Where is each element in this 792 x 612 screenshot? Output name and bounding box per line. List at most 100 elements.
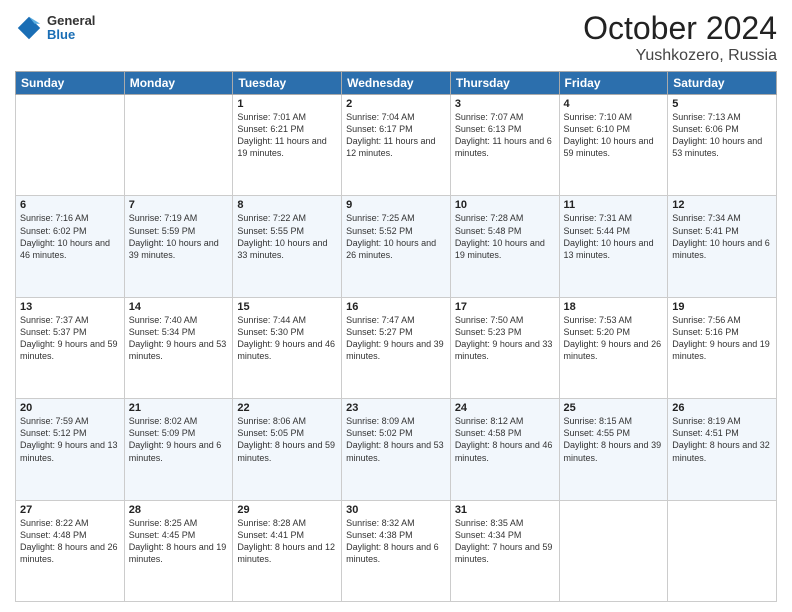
header-wednesday: Wednesday xyxy=(342,72,451,95)
cell-info-4-1: Sunrise: 8:25 AM Sunset: 4:45 PM Dayligh… xyxy=(129,517,229,566)
cell-0-6: 5Sunrise: 7:13 AM Sunset: 6:06 PM Daylig… xyxy=(668,95,777,196)
day-num-3-4: 24 xyxy=(455,402,555,414)
logo-blue-text: Blue xyxy=(47,28,95,42)
cell-info-0-2: Sunrise: 7:01 AM Sunset: 6:21 PM Dayligh… xyxy=(237,111,337,160)
location-title: Yushkozero, Russia xyxy=(583,47,777,65)
cell-3-0: 20Sunrise: 7:59 AM Sunset: 5:12 PM Dayli… xyxy=(16,399,125,500)
cell-info-2-1: Sunrise: 7:40 AM Sunset: 5:34 PM Dayligh… xyxy=(129,314,229,363)
day-num-1-6: 12 xyxy=(672,199,772,211)
cell-0-4: 3Sunrise: 7:07 AM Sunset: 6:13 PM Daylig… xyxy=(450,95,559,196)
cell-0-0 xyxy=(16,95,125,196)
cell-info-1-1: Sunrise: 7:19 AM Sunset: 5:59 PM Dayligh… xyxy=(129,212,229,261)
cell-1-0: 6Sunrise: 7:16 AM Sunset: 6:02 PM Daylig… xyxy=(16,196,125,297)
cell-info-1-5: Sunrise: 7:31 AM Sunset: 5:44 PM Dayligh… xyxy=(564,212,664,261)
cell-2-0: 13Sunrise: 7:37 AM Sunset: 5:37 PM Dayli… xyxy=(16,297,125,398)
day-num-2-2: 15 xyxy=(237,301,337,313)
day-num-0-2: 1 xyxy=(237,98,337,110)
page: General Blue October 2024 Yushkozero, Ru… xyxy=(0,0,792,612)
cell-1-4: 10Sunrise: 7:28 AM Sunset: 5:48 PM Dayli… xyxy=(450,196,559,297)
cell-info-2-6: Sunrise: 7:56 AM Sunset: 5:16 PM Dayligh… xyxy=(672,314,772,363)
cell-info-2-2: Sunrise: 7:44 AM Sunset: 5:30 PM Dayligh… xyxy=(237,314,337,363)
day-num-3-5: 25 xyxy=(564,402,664,414)
cell-0-3: 2Sunrise: 7:04 AM Sunset: 6:17 PM Daylig… xyxy=(342,95,451,196)
cell-info-4-4: Sunrise: 8:35 AM Sunset: 4:34 PM Dayligh… xyxy=(455,517,555,566)
day-num-1-2: 8 xyxy=(237,199,337,211)
cell-info-1-3: Sunrise: 7:25 AM Sunset: 5:52 PM Dayligh… xyxy=(346,212,446,261)
cell-info-1-0: Sunrise: 7:16 AM Sunset: 6:02 PM Dayligh… xyxy=(20,212,120,261)
day-num-0-6: 5 xyxy=(672,98,772,110)
week-row-4: 27Sunrise: 8:22 AM Sunset: 4:48 PM Dayli… xyxy=(16,500,777,601)
header-tuesday: Tuesday xyxy=(233,72,342,95)
weekday-header-row: Sunday Monday Tuesday Wednesday Thursday… xyxy=(16,72,777,95)
cell-3-5: 25Sunrise: 8:15 AM Sunset: 4:55 PM Dayli… xyxy=(559,399,668,500)
day-num-0-3: 2 xyxy=(346,98,446,110)
cell-info-2-3: Sunrise: 7:47 AM Sunset: 5:27 PM Dayligh… xyxy=(346,314,446,363)
day-num-2-0: 13 xyxy=(20,301,120,313)
cell-2-1: 14Sunrise: 7:40 AM Sunset: 5:34 PM Dayli… xyxy=(124,297,233,398)
cell-4-0: 27Sunrise: 8:22 AM Sunset: 4:48 PM Dayli… xyxy=(16,500,125,601)
week-row-2: 13Sunrise: 7:37 AM Sunset: 5:37 PM Dayli… xyxy=(16,297,777,398)
logo-icon xyxy=(15,14,43,42)
header-monday: Monday xyxy=(124,72,233,95)
day-num-0-5: 4 xyxy=(564,98,664,110)
cell-2-5: 18Sunrise: 7:53 AM Sunset: 5:20 PM Dayli… xyxy=(559,297,668,398)
cell-1-3: 9Sunrise: 7:25 AM Sunset: 5:52 PM Daylig… xyxy=(342,196,451,297)
cell-info-3-3: Sunrise: 8:09 AM Sunset: 5:02 PM Dayligh… xyxy=(346,415,446,464)
cell-3-3: 23Sunrise: 8:09 AM Sunset: 5:02 PM Dayli… xyxy=(342,399,451,500)
day-num-3-3: 23 xyxy=(346,402,446,414)
cell-info-0-6: Sunrise: 7:13 AM Sunset: 6:06 PM Dayligh… xyxy=(672,111,772,160)
day-num-2-5: 18 xyxy=(564,301,664,313)
cell-info-0-4: Sunrise: 7:07 AM Sunset: 6:13 PM Dayligh… xyxy=(455,111,555,160)
day-num-2-1: 14 xyxy=(129,301,229,313)
day-num-2-3: 16 xyxy=(346,301,446,313)
header-saturday: Saturday xyxy=(668,72,777,95)
cell-2-2: 15Sunrise: 7:44 AM Sunset: 5:30 PM Dayli… xyxy=(233,297,342,398)
calendar-table: Sunday Monday Tuesday Wednesday Thursday… xyxy=(15,71,777,602)
day-num-4-2: 29 xyxy=(237,504,337,516)
day-num-1-1: 7 xyxy=(129,199,229,211)
cell-3-1: 21Sunrise: 8:02 AM Sunset: 5:09 PM Dayli… xyxy=(124,399,233,500)
cell-info-3-2: Sunrise: 8:06 AM Sunset: 5:05 PM Dayligh… xyxy=(237,415,337,464)
cell-info-0-3: Sunrise: 7:04 AM Sunset: 6:17 PM Dayligh… xyxy=(346,111,446,160)
day-num-4-4: 31 xyxy=(455,504,555,516)
month-title: October 2024 xyxy=(583,10,777,47)
day-num-1-4: 10 xyxy=(455,199,555,211)
day-num-3-1: 21 xyxy=(129,402,229,414)
day-num-3-6: 26 xyxy=(672,402,772,414)
cell-info-3-6: Sunrise: 8:19 AM Sunset: 4:51 PM Dayligh… xyxy=(672,415,772,464)
cell-info-2-0: Sunrise: 7:37 AM Sunset: 5:37 PM Dayligh… xyxy=(20,314,120,363)
logo: General Blue xyxy=(15,14,95,43)
header-friday: Friday xyxy=(559,72,668,95)
logo-text: General Blue xyxy=(47,14,95,43)
cell-4-3: 30Sunrise: 8:32 AM Sunset: 4:38 PM Dayli… xyxy=(342,500,451,601)
cell-info-3-5: Sunrise: 8:15 AM Sunset: 4:55 PM Dayligh… xyxy=(564,415,664,464)
cell-info-1-2: Sunrise: 7:22 AM Sunset: 5:55 PM Dayligh… xyxy=(237,212,337,261)
header: General Blue October 2024 Yushkozero, Ru… xyxy=(15,10,777,65)
cell-2-6: 19Sunrise: 7:56 AM Sunset: 5:16 PM Dayli… xyxy=(668,297,777,398)
cell-info-1-6: Sunrise: 7:34 AM Sunset: 5:41 PM Dayligh… xyxy=(672,212,772,261)
week-row-3: 20Sunrise: 7:59 AM Sunset: 5:12 PM Dayli… xyxy=(16,399,777,500)
cell-info-4-3: Sunrise: 8:32 AM Sunset: 4:38 PM Dayligh… xyxy=(346,517,446,566)
cell-3-6: 26Sunrise: 8:19 AM Sunset: 4:51 PM Dayli… xyxy=(668,399,777,500)
cell-info-4-0: Sunrise: 8:22 AM Sunset: 4:48 PM Dayligh… xyxy=(20,517,120,566)
cell-1-1: 7Sunrise: 7:19 AM Sunset: 5:59 PM Daylig… xyxy=(124,196,233,297)
day-num-0-4: 3 xyxy=(455,98,555,110)
cell-0-2: 1Sunrise: 7:01 AM Sunset: 6:21 PM Daylig… xyxy=(233,95,342,196)
day-num-3-2: 22 xyxy=(237,402,337,414)
day-num-2-4: 17 xyxy=(455,301,555,313)
header-thursday: Thursday xyxy=(450,72,559,95)
cell-4-1: 28Sunrise: 8:25 AM Sunset: 4:45 PM Dayli… xyxy=(124,500,233,601)
day-num-4-3: 30 xyxy=(346,504,446,516)
logo-general-text: General xyxy=(47,14,95,28)
cell-2-4: 17Sunrise: 7:50 AM Sunset: 5:23 PM Dayli… xyxy=(450,297,559,398)
cell-1-6: 12Sunrise: 7:34 AM Sunset: 5:41 PM Dayli… xyxy=(668,196,777,297)
day-num-1-0: 6 xyxy=(20,199,120,211)
cell-4-2: 29Sunrise: 8:28 AM Sunset: 4:41 PM Dayli… xyxy=(233,500,342,601)
cell-info-3-0: Sunrise: 7:59 AM Sunset: 5:12 PM Dayligh… xyxy=(20,415,120,464)
day-num-4-0: 27 xyxy=(20,504,120,516)
day-num-3-0: 20 xyxy=(20,402,120,414)
cell-4-6 xyxy=(668,500,777,601)
cell-0-5: 4Sunrise: 7:10 AM Sunset: 6:10 PM Daylig… xyxy=(559,95,668,196)
week-row-0: 1Sunrise: 7:01 AM Sunset: 6:21 PM Daylig… xyxy=(16,95,777,196)
cell-info-3-1: Sunrise: 8:02 AM Sunset: 5:09 PM Dayligh… xyxy=(129,415,229,464)
